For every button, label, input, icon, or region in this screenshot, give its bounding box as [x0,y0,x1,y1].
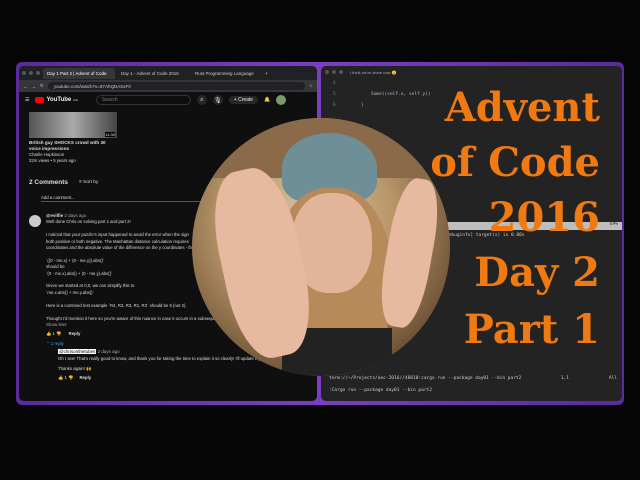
reply-author[interactable]: @chrisonthetubes [58,349,97,355]
logo-text: YouTube [46,97,72,103]
replies-toggle[interactable]: 1 reply [51,341,64,346]
comment-time: 2 days ago [64,213,87,218]
scroll-all: All [608,376,617,381]
tab-youtube[interactable]: Day 1 Part 2 | Advent of Code [43,67,115,79]
status-percent: 69% [609,222,618,227]
back-icon[interactable]: ← [23,84,28,89]
tab-label: Day 1 Part 2 | Advent of Code [47,70,107,76]
menu-icon[interactable]: ☰ [25,97,29,103]
comment-author[interactable]: @evilfie [46,213,63,218]
sort-label: Sort by [83,180,99,185]
code-text: Some((self.x, self.y)) [371,92,431,97]
overlay-line: of Code [430,139,600,186]
reply-time: 2 days ago [97,349,120,355]
create-button[interactable]: + Create [228,96,259,104]
create-label: Create [238,97,254,103]
command-line[interactable]: :Cargo run --package day01 --bin part2 [329,388,432,393]
like-count: 1 [52,331,55,337]
video-duration: 11:30 [105,132,115,137]
video-title[interactable]: British guy SHOCKS crowd with 30 voice i… [29,140,109,153]
overlay-line: Day 2 [474,249,600,296]
new-tab-icon[interactable]: + [265,71,268,76]
reply-thanks: Thanks again! 🙌 [58,365,92,371]
country-code: GB [73,98,78,102]
url-text: youtube.com/watch?v=87AhQDASxF0 [53,83,131,89]
tab-rust[interactable]: Rust Programming Language [191,68,263,79]
bookmark-star-icon[interactable]: ☆ [309,83,313,89]
tab-label: Rust Programming Language [195,70,254,76]
comments-count: 2 Comments [29,179,69,186]
video-meta: 22m views • 5 years ago [29,158,76,163]
reply-reply-button[interactable]: Reply [79,375,91,380]
commenter-avatar [29,215,41,227]
code-text: } [361,103,364,108]
overlay-line: 2016 [488,194,600,241]
reply-text: Oh I see! That's really good to know, an… [58,355,265,361]
mic-icon[interactable]: 🎙 [212,95,223,105]
video-thumbnail[interactable]: 11:30 [29,112,117,138]
line-number: 6 [333,103,336,108]
forward-icon[interactable]: → [32,84,37,89]
tab-label: Day 1 - Advent of Code 2016 [121,70,179,76]
cursor-position: 1,1 [560,376,569,381]
notifications-icon[interactable]: 🔔 [264,97,270,103]
reply-button[interactable]: Reply [69,331,81,336]
search-placeholder: Search [101,97,118,103]
line-number: 5 [333,92,336,97]
statusline-path: term://~/Projects/aoc-2016//48810:cargo … [329,376,522,381]
reload-icon[interactable]: ↻ [40,83,44,89]
statusline: term://~/Projects/aoc-2016//48810:cargo … [329,376,617,381]
search-icon[interactable]: ⌕ [196,95,207,105]
presenter-photo [192,118,450,376]
reply-like-count: 1 [64,375,67,381]
line-number: 4 [333,81,336,86]
tab-advent[interactable]: Day 1 - Advent of Code 2016 [117,68,189,79]
sort-by-button[interactable]: ≡ Sort by [79,180,98,186]
tab-bar: Day 1 Part 2 | Advent of Code Day 1 - Ad… [19,66,317,80]
overlay-line: Part 1 [463,306,600,353]
url-input[interactable]: youtube.com/watch?v=87AhQDASxF0 [47,82,305,90]
youtube-logo[interactable]: YouTube GB [35,97,78,103]
avatar[interactable] [276,95,287,105]
youtube-header: ☰ YouTube GB Search ⌕ 🎙 + Create 🔔 [19,92,317,108]
search-input[interactable]: Search [95,95,191,105]
address-bar: ← → ↻ youtube.com/watch?v=87AhQDASxF0 ☆ [19,80,317,92]
overlay-line: Advent [444,84,600,131]
terminal-title: I think we're alone now 🙂 [350,69,397,75]
